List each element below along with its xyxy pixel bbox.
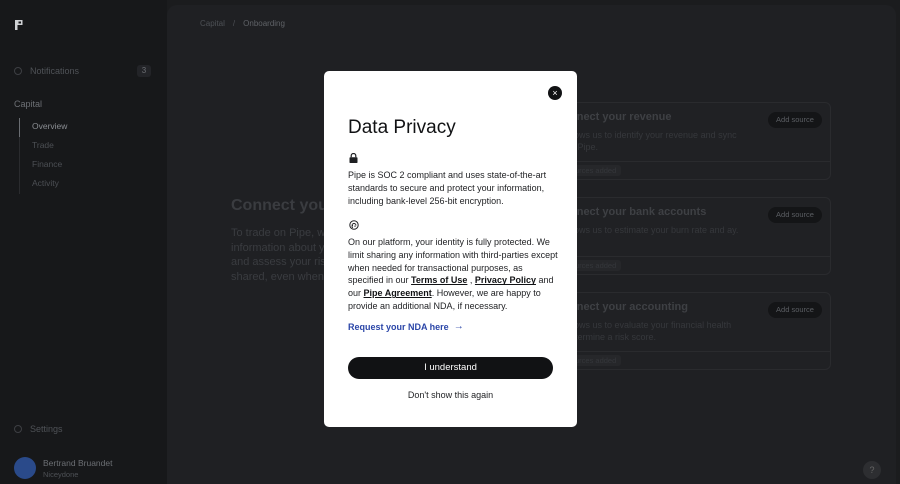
page-title: Connect your bbox=[231, 197, 335, 214]
capital-subnav: Overview Trade Finance Activity bbox=[19, 118, 159, 194]
card-divider bbox=[560, 256, 830, 257]
sidebar-item-finance[interactable]: Finance bbox=[19, 156, 159, 175]
privacy-policy-link[interactable]: Privacy Policy bbox=[475, 275, 536, 285]
card-divider bbox=[560, 351, 830, 352]
gear-icon bbox=[14, 425, 22, 433]
notifications-label: Notifications bbox=[30, 66, 80, 76]
breadcrumb-capital[interactable]: Capital bbox=[200, 19, 225, 28]
dont-show-again-button[interactable]: Don't show this again bbox=[324, 390, 577, 400]
sources-badge: urces added bbox=[570, 260, 622, 271]
section-title-capital: Capital bbox=[14, 99, 43, 109]
card-title: nnect your accounting bbox=[570, 301, 688, 313]
bell-icon bbox=[14, 67, 22, 75]
card-revenue: nnect your revenue llows us to identify … bbox=[559, 102, 831, 180]
sidebar-item-trade[interactable]: Trade bbox=[19, 137, 159, 156]
card-divider bbox=[560, 161, 830, 162]
help-button[interactable]: ? bbox=[863, 461, 881, 479]
pipe-logo-icon bbox=[15, 20, 23, 30]
privacy-paragraph: On our platform, your identity is fully … bbox=[348, 236, 558, 313]
modal-title: Data Privacy bbox=[348, 117, 456, 138]
card-description: llows us to evaluate your financial heal… bbox=[570, 320, 732, 342]
i-understand-button[interactable]: I understand bbox=[348, 357, 553, 379]
user-name: Bertrand Bruandet bbox=[43, 457, 113, 468]
sources-badge: urces added bbox=[570, 165, 622, 176]
card-title: nnect your revenue bbox=[570, 111, 672, 123]
security-paragraph: Pipe is SOC 2 compliant and uses state-o… bbox=[348, 170, 547, 207]
lock-icon bbox=[349, 153, 358, 163]
settings-label: Settings bbox=[30, 424, 63, 434]
data-privacy-modal: × Data Privacy Pipe is SOC 2 compliant a… bbox=[324, 71, 577, 427]
arrow-right-icon: → bbox=[453, 321, 464, 332]
breadcrumb-onboarding: Onboarding bbox=[243, 19, 285, 28]
pipe-agreement-link[interactable]: Pipe Agreement bbox=[364, 288, 432, 298]
card-accounting: nnect your accounting llows us to evalua… bbox=[559, 292, 831, 370]
notification-count-badge: 3 bbox=[137, 65, 151, 77]
card-description: llows us to estimate your burn rate and … bbox=[570, 225, 739, 235]
add-source-button[interactable]: Add source bbox=[768, 112, 822, 128]
sidebar: Notifications 3 Capital Overview Trade F… bbox=[0, 0, 167, 484]
sidebar-item-notifications[interactable]: Notifications 3 bbox=[12, 62, 155, 80]
terms-of-use-link[interactable]: Terms of Use bbox=[411, 275, 467, 285]
fingerprint-icon bbox=[349, 220, 359, 230]
close-button[interactable]: × bbox=[548, 86, 562, 100]
card-description: llows us to identify your revenue and sy… bbox=[570, 130, 737, 152]
card-bank-accounts: nnect your bank accounts llows us to est… bbox=[559, 197, 831, 275]
avatar bbox=[14, 457, 36, 479]
request-nda-link[interactable]: Request your NDA here → bbox=[348, 321, 464, 332]
nda-label: Request your NDA here bbox=[348, 321, 449, 332]
breadcrumb: Capital / Onboarding bbox=[200, 19, 285, 28]
breadcrumb-separator: / bbox=[232, 19, 236, 28]
sidebar-item-settings[interactable]: Settings bbox=[12, 424, 63, 434]
privacy-text: , bbox=[467, 275, 475, 286]
sidebar-item-activity[interactable]: Activity bbox=[19, 175, 159, 194]
card-title: nnect your bank accounts bbox=[570, 206, 707, 218]
sidebar-item-overview[interactable]: Overview bbox=[19, 118, 159, 137]
add-source-button[interactable]: Add source bbox=[768, 207, 822, 223]
add-source-button[interactable]: Add source bbox=[768, 302, 822, 318]
sources-badge: urces added bbox=[570, 355, 622, 366]
user-profile[interactable]: Bertrand Bruandet Niceydone bbox=[14, 457, 112, 479]
user-org: Niceydone bbox=[43, 469, 79, 479]
